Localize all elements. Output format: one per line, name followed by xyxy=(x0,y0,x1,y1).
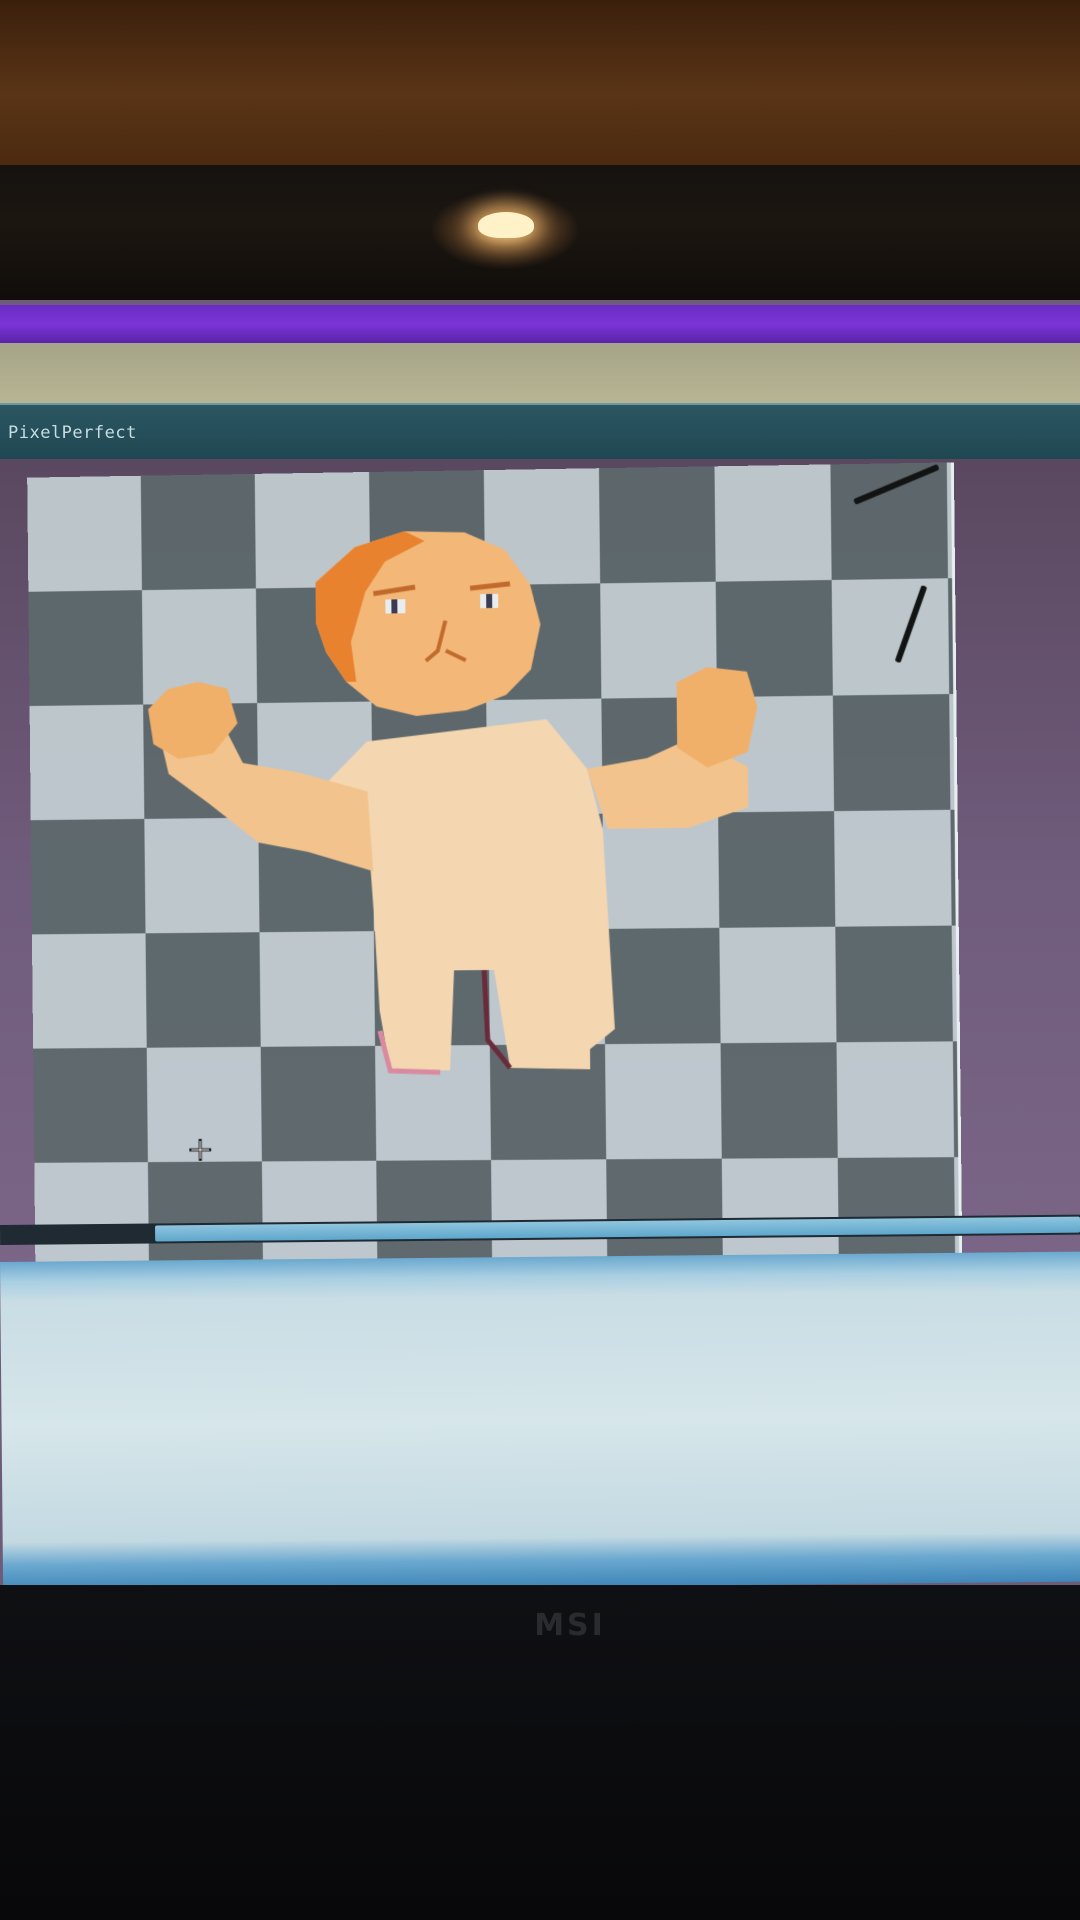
room-background xyxy=(0,0,1080,170)
bottom-tool-panel[interactable] xyxy=(0,1252,1080,1592)
desktop-panel-strip xyxy=(0,343,1080,403)
window-titlebar[interactable]: PixelPerfect xyxy=(0,403,1080,461)
pixel-character-drawing xyxy=(27,462,959,1272)
window-title: PixelPerfect xyxy=(0,423,137,443)
drawing-canvas[interactable] xyxy=(27,462,962,1272)
character-right-hand xyxy=(676,666,758,767)
character-body xyxy=(327,718,615,1071)
lamp-reflection xyxy=(478,212,534,238)
character-right-pupil xyxy=(486,594,492,608)
desktop-taskbar xyxy=(0,305,1080,343)
character-left-pupil xyxy=(391,599,397,613)
crosshair-cursor-icon xyxy=(187,1137,213,1163)
monitor-brand-logo: MSI xyxy=(480,1608,660,1648)
